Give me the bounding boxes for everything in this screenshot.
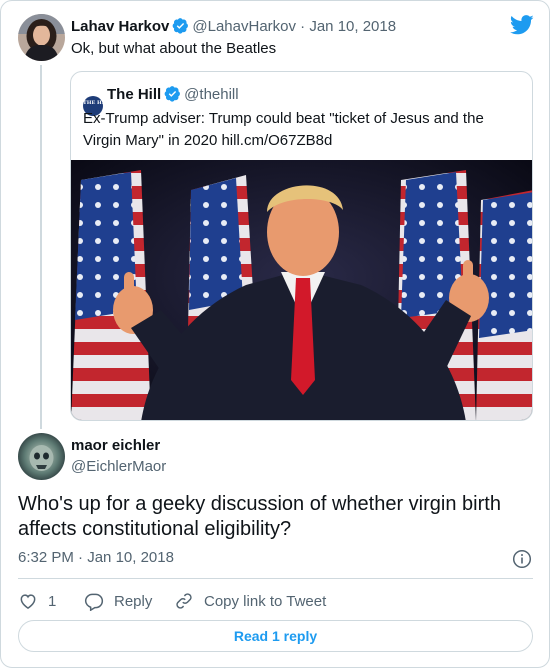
author-handle[interactable]: @EichlerMaor	[71, 458, 166, 475]
heart-icon	[20, 594, 36, 609]
author-name: maor eichler	[71, 437, 160, 455]
author-handle[interactable]: @LahavHarkov	[192, 18, 296, 35]
tweet-date[interactable]: Jan 10, 2018	[87, 549, 174, 566]
info-icon[interactable]	[512, 549, 532, 569]
thread-line	[40, 65, 42, 429]
tweet-date[interactable]: Jan 10, 2018	[309, 18, 396, 35]
quote-author-handle[interactable]: @thehill	[184, 86, 238, 103]
quote-text: Ex-Trump adviser: Trump could beat "tick…	[83, 110, 484, 149]
reply-button[interactable]: Reply	[84, 590, 152, 612]
verified-icon	[164, 86, 181, 102]
quoted-tweet[interactable]: THE HILLThe Hill @thehill Ex-Trump advise…	[70, 71, 533, 421]
avatar[interactable]	[18, 433, 65, 480]
tweet-text: Who's up for a geeky discussion of wheth…	[18, 493, 501, 540]
like-count: 1	[48, 592, 57, 610]
like-button[interactable]: 1	[18, 590, 56, 612]
tweet-time[interactable]: 6:32 PM	[18, 549, 74, 566]
twitter-logo-icon[interactable]	[510, 15, 534, 35]
divider	[18, 578, 533, 579]
reply-icon	[84, 593, 104, 611]
meta-separator: ·	[73, 549, 88, 566]
tweet-text: Ok, but what about the Beatles	[71, 40, 277, 57]
copy-link-label: Copy link to Tweet	[204, 592, 327, 610]
tweet-embed-card: Lahav Harkov @LahavHarkov · Jan 10, 2018 …	[0, 0, 550, 668]
author-handle-row: @EichlerMaor	[71, 458, 166, 476]
quote-author-name[interactable]: The Hill	[107, 86, 161, 103]
read-replies-button[interactable]: Read 1 reply	[18, 620, 533, 652]
verified-icon	[173, 18, 189, 34]
avatar[interactable]	[18, 14, 65, 61]
author-name-text[interactable]: maor eichler	[71, 437, 160, 454]
reply-label: Reply	[114, 592, 153, 610]
tweet1-header: Lahav Harkov @LahavHarkov · Jan 10, 2018	[71, 17, 396, 36]
link-icon	[176, 593, 192, 609]
quote-image[interactable]	[71, 160, 533, 421]
date-separator: ·	[296, 18, 310, 35]
author-name[interactable]: Lahav Harkov	[71, 18, 169, 35]
copy-link-button[interactable]: Copy link to Tweet	[174, 590, 326, 612]
tweet-meta[interactable]: 6:32 PM · Jan 10, 2018	[18, 549, 174, 566]
